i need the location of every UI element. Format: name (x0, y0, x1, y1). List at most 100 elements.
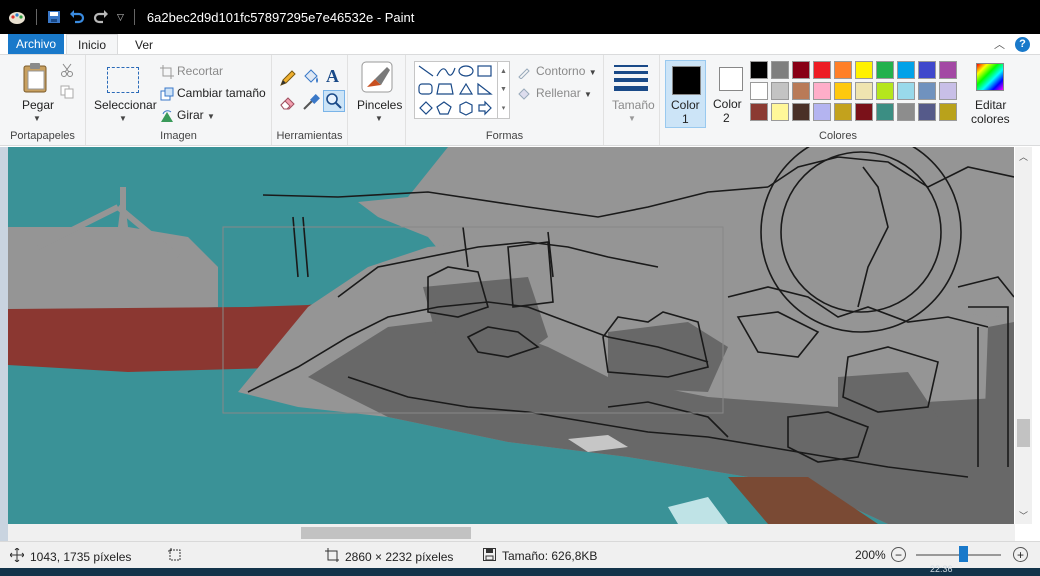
brushes-icon[interactable] (361, 61, 393, 96)
scroll-down-icon[interactable]: ﹀ (1019, 509, 1028, 522)
shapes-scroll[interactable]: ▲ ▼ ▾ (498, 61, 510, 119)
cursor-coordinates: 1043, 1735 píxeles (30, 549, 132, 564)
eraser-icon[interactable] (279, 93, 297, 114)
palette-swatch[interactable] (918, 82, 936, 100)
rainbow-icon (976, 63, 1004, 91)
palette-swatch[interactable] (855, 103, 873, 121)
palette-swatch[interactable] (771, 82, 789, 100)
shapes-group-label: Formas (485, 130, 524, 142)
horizontal-scrollbar[interactable] (8, 524, 1015, 541)
palette-swatch[interactable] (792, 82, 810, 100)
palette-swatch[interactable] (897, 103, 915, 121)
palette-swatch[interactable] (918, 61, 936, 79)
palette-swatch[interactable] (897, 82, 915, 100)
zoom-slider-thumb[interactable] (959, 546, 968, 562)
redo-icon[interactable] (93, 10, 109, 24)
palette-swatch[interactable] (834, 82, 852, 100)
color2-button[interactable]: Color 2 (711, 60, 751, 128)
palette-swatch[interactable] (750, 61, 768, 79)
scroll-up-icon[interactable]: ︿ (1019, 150, 1028, 163)
vertical-scroll-thumb[interactable] (1017, 419, 1030, 447)
file-size: Tamaño: 626,8KB (483, 548, 597, 564)
outline-label: Contorno (536, 64, 586, 78)
paste-button[interactable]: Pegar (22, 98, 54, 112)
help-icon[interactable]: ? (1015, 36, 1030, 52)
status-bar: 1043, 1735 píxeles 2860 × 2232 píxeles T… (0, 541, 1040, 568)
save-icon[interactable] (47, 10, 61, 24)
fill-bucket-icon[interactable] (302, 68, 320, 89)
palette-swatch[interactable] (918, 103, 936, 121)
fill-label: Rellenar (536, 86, 581, 100)
color-palette (750, 61, 957, 121)
paint-app-icon[interactable] (8, 9, 26, 25)
palette-swatch[interactable] (813, 82, 831, 100)
fill-icon[interactable] (517, 87, 531, 104)
zoom-in-icon[interactable]: + (1013, 547, 1028, 562)
palette-swatch[interactable] (792, 61, 810, 79)
canvas-gutter (0, 147, 8, 541)
tab-view[interactable]: Ver (124, 34, 164, 55)
canvas-image[interactable] (8, 147, 1014, 524)
crosshair-icon (9, 547, 25, 565)
resize-icon[interactable] (160, 87, 174, 104)
cut-icon[interactable] (60, 63, 74, 80)
collapse-ribbon-icon[interactable]: ︿ (994, 36, 1005, 52)
select-icon[interactable] (107, 67, 139, 93)
palette-swatch[interactable] (750, 82, 768, 100)
pencil-icon[interactable] (279, 69, 297, 90)
resize-button[interactable]: Cambiar tamaño (177, 86, 266, 100)
image-size-icon (325, 548, 339, 565)
image-dimensions: 2860 × 2232 píxeles (325, 548, 453, 565)
file-size-text: Tamaño: 626,8KB (502, 549, 598, 563)
shapes-group: ▲ ▼ ▾ Contorno ▼ Rellenar ▼ Formas (406, 55, 604, 145)
palette-swatch[interactable] (834, 61, 852, 79)
palette-swatch[interactable] (876, 82, 894, 100)
palette-swatch[interactable] (855, 82, 873, 100)
horizontal-scroll-thumb[interactable] (301, 527, 471, 539)
rotate-button[interactable]: Girar ▼ (177, 108, 215, 122)
edit-colors-button[interactable]: Editar colores (968, 61, 1014, 129)
color1-button[interactable]: Color 1 (665, 60, 706, 128)
customize-quick-access-icon[interactable]: ▽ (117, 12, 124, 23)
size-button[interactable]: Tamaño (612, 98, 655, 112)
size-group: Tamaño ▼ (604, 55, 660, 145)
palette-swatch[interactable] (897, 61, 915, 79)
palette-swatch[interactable] (855, 61, 873, 79)
zoom-out-icon[interactable]: − (891, 547, 906, 562)
select-button[interactable]: Seleccionar (94, 98, 157, 112)
palette-swatch[interactable] (771, 61, 789, 79)
palette-swatch[interactable] (939, 103, 957, 121)
copy-icon[interactable] (60, 85, 74, 102)
tab-home[interactable]: Inicio (66, 34, 118, 55)
palette-swatch[interactable] (813, 61, 831, 79)
palette-swatch[interactable] (939, 61, 957, 79)
palette-swatch[interactable] (834, 103, 852, 121)
text-tool-icon[interactable]: A (326, 66, 339, 87)
title-bar: ▽ 6a2bec2d9d101fc57897295e7e46532e - Pai… (0, 0, 1040, 34)
ribbon: Pegar ▼ Portapapeles Seleccionar ▼ Recor… (0, 54, 1040, 146)
magnifier-icon[interactable] (323, 90, 345, 112)
palette-swatch[interactable] (771, 103, 789, 121)
color2-label: Color (713, 97, 742, 111)
palette-swatch[interactable] (792, 103, 810, 121)
vertical-scrollbar[interactable]: ︿ ﹀ (1015, 147, 1032, 524)
outline-button[interactable]: Contorno ▼ (536, 64, 597, 78)
tab-file[interactable]: Archivo (8, 34, 64, 54)
fill-button[interactable]: Rellenar ▼ (536, 86, 592, 100)
palette-swatch[interactable] (750, 103, 768, 121)
rotate-icon[interactable] (160, 109, 174, 126)
brushes-button[interactable]: Pinceles (357, 98, 402, 112)
paste-icon[interactable] (22, 62, 50, 97)
palette-swatch[interactable] (939, 82, 957, 100)
color-picker-icon[interactable] (302, 93, 320, 114)
crop-icon[interactable] (160, 65, 174, 82)
shapes-gallery[interactable] (414, 61, 498, 119)
palette-swatch[interactable] (876, 61, 894, 79)
outline-icon[interactable] (517, 65, 531, 82)
crop-button[interactable]: Recortar (177, 64, 223, 78)
palette-swatch[interactable] (876, 103, 894, 121)
undo-icon[interactable] (69, 10, 85, 24)
size-icon[interactable] (614, 65, 648, 94)
palette-swatch[interactable] (813, 103, 831, 121)
drawing-canvas[interactable] (8, 147, 1014, 524)
